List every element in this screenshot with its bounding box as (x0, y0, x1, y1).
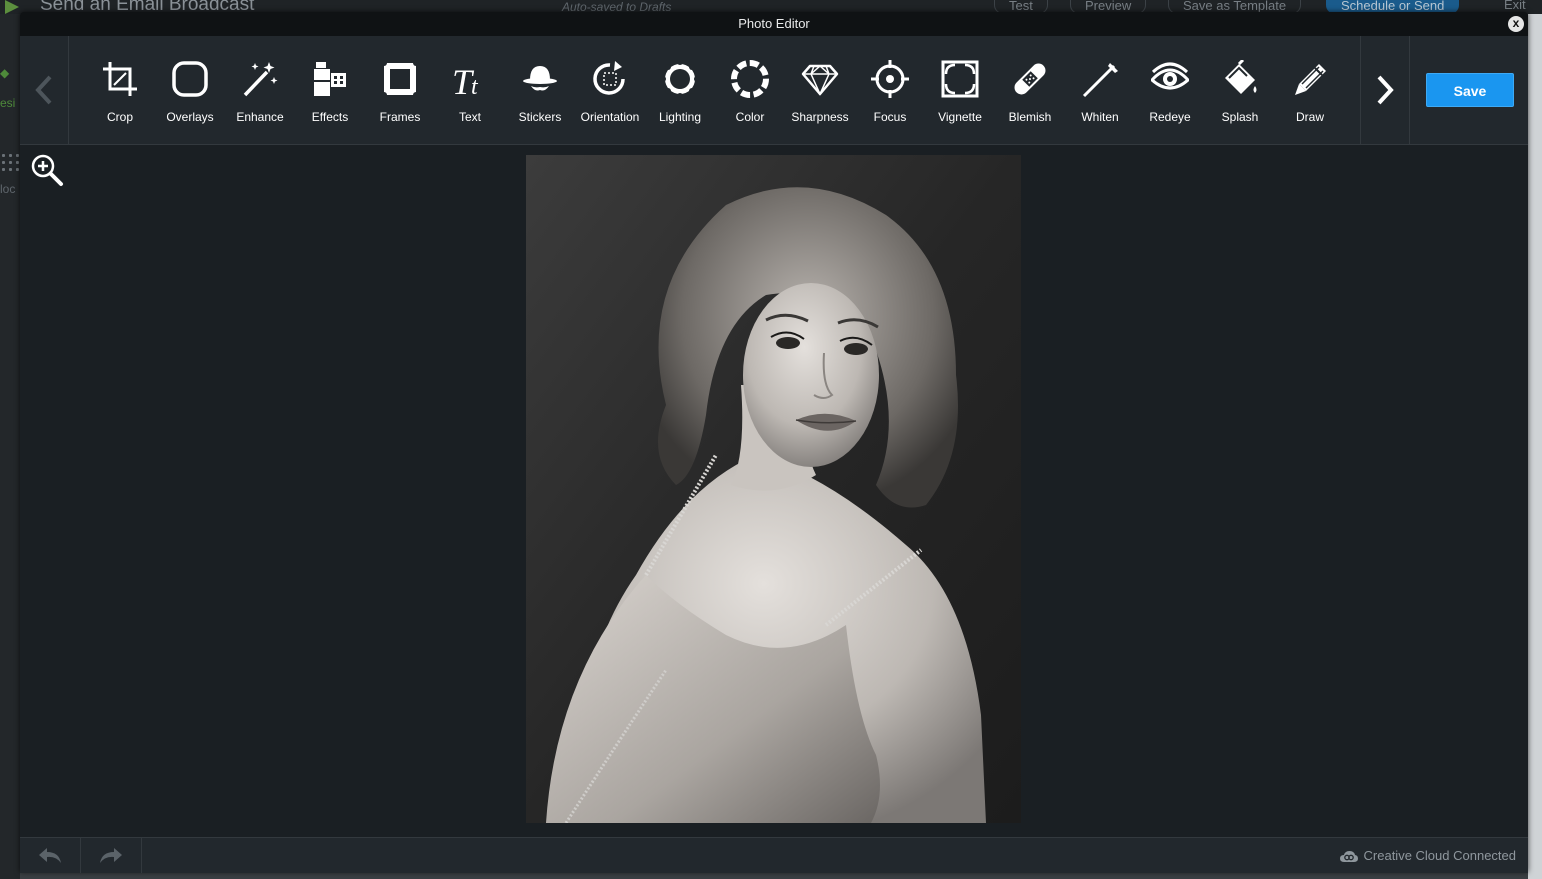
overlays-icon (172, 61, 208, 97)
zoom-in-icon[interactable] (30, 153, 64, 187)
editor-footer: Creative Cloud Connected (20, 837, 1528, 873)
creative-cloud-label: Creative Cloud Connected (1363, 848, 1516, 863)
tool-sharpness[interactable]: Sharpness (785, 36, 855, 144)
vignette-icon (941, 60, 979, 98)
tool-overlays[interactable]: Overlays (155, 36, 225, 144)
tool-frames[interactable]: Frames (365, 36, 435, 144)
redeye-icon (1151, 62, 1189, 90)
whiten-icon (1082, 63, 1118, 98)
tool-text[interactable]: T t Text (435, 36, 505, 144)
tool-splash[interactable]: Splash (1205, 36, 1275, 144)
effects-icon (314, 62, 346, 96)
portrait-photo (526, 155, 1021, 823)
tool-stickers[interactable]: Stickers (505, 36, 575, 144)
creative-cloud-status: Creative Cloud Connected (1339, 848, 1516, 863)
creative-cloud-icon (1339, 850, 1358, 862)
tool-crop[interactable]: Crop (85, 36, 155, 144)
modal-title: Photo Editor (738, 16, 810, 31)
svg-text:t: t (471, 74, 479, 98)
background-right-panel (1528, 14, 1542, 879)
tool-whiten[interactable]: Whiten (1065, 36, 1135, 144)
chevron-right-icon (1377, 75, 1394, 105)
app-logo-icon (5, 0, 19, 14)
frames-icon (381, 60, 419, 98)
undo-icon (39, 848, 61, 863)
draw-icon (1295, 64, 1326, 95)
close-button[interactable]: x (1508, 16, 1524, 32)
lighting-icon (661, 60, 699, 98)
orientation-icon (593, 61, 625, 95)
photo-image[interactable] (526, 155, 1021, 823)
tool-label: Draw (1295, 110, 1324, 124)
tool-draw[interactable]: Draw (1275, 36, 1345, 144)
tool-effects[interactable]: Effects (295, 36, 365, 144)
enhance-icon (243, 62, 278, 97)
exit-button[interactable]: Exit (1490, 0, 1540, 12)
tool-orientation[interactable]: Orientation (575, 36, 645, 144)
chevron-left-icon (35, 75, 52, 105)
tool-blemish[interactable]: Blemish (995, 36, 1065, 144)
scroll-left-button[interactable] (20, 36, 69, 144)
crop-icon (103, 62, 137, 96)
undo-button[interactable] (20, 838, 81, 873)
redo-icon (100, 848, 122, 863)
editor-canvas (20, 145, 1528, 837)
tool-redeye[interactable]: Redeye (1135, 36, 1205, 144)
sidebar-text-2: loc (0, 182, 16, 196)
grid-icon (0, 152, 20, 174)
tool-bar: Crop Overlays Enhance Effects Frames T t… (20, 36, 1528, 145)
sharpness-icon (801, 64, 839, 96)
splash-icon (1225, 60, 1257, 94)
photo-editor-modal: Photo Editor x Crop Overlays Enhance Eff… (20, 12, 1528, 873)
tool-lighting[interactable]: Lighting (645, 36, 715, 144)
sidebar-brand-icon: ◆ (0, 66, 10, 80)
tool-vignette[interactable]: Vignette (925, 36, 995, 144)
redo-button[interactable] (81, 838, 142, 873)
text-icon: T t (452, 62, 479, 98)
tool-color[interactable]: Color (715, 36, 785, 144)
modal-titlebar: Photo Editor x (20, 12, 1528, 36)
focus-icon (871, 60, 909, 98)
blemish-icon (1014, 63, 1046, 95)
tool-enhance[interactable]: Enhance (225, 36, 295, 144)
stickers-icon (523, 66, 557, 91)
save-button[interactable]: Save (1426, 73, 1514, 107)
color-icon (731, 60, 769, 98)
tool-list: Crop Overlays Enhance Effects Frames T t… (85, 36, 1355, 144)
sidebar-text: esi (0, 96, 16, 110)
tool-focus[interactable]: Focus (855, 36, 925, 144)
scroll-right-button[interactable] (1360, 36, 1410, 144)
background-sidebar: ◆ esi loc (0, 14, 20, 879)
